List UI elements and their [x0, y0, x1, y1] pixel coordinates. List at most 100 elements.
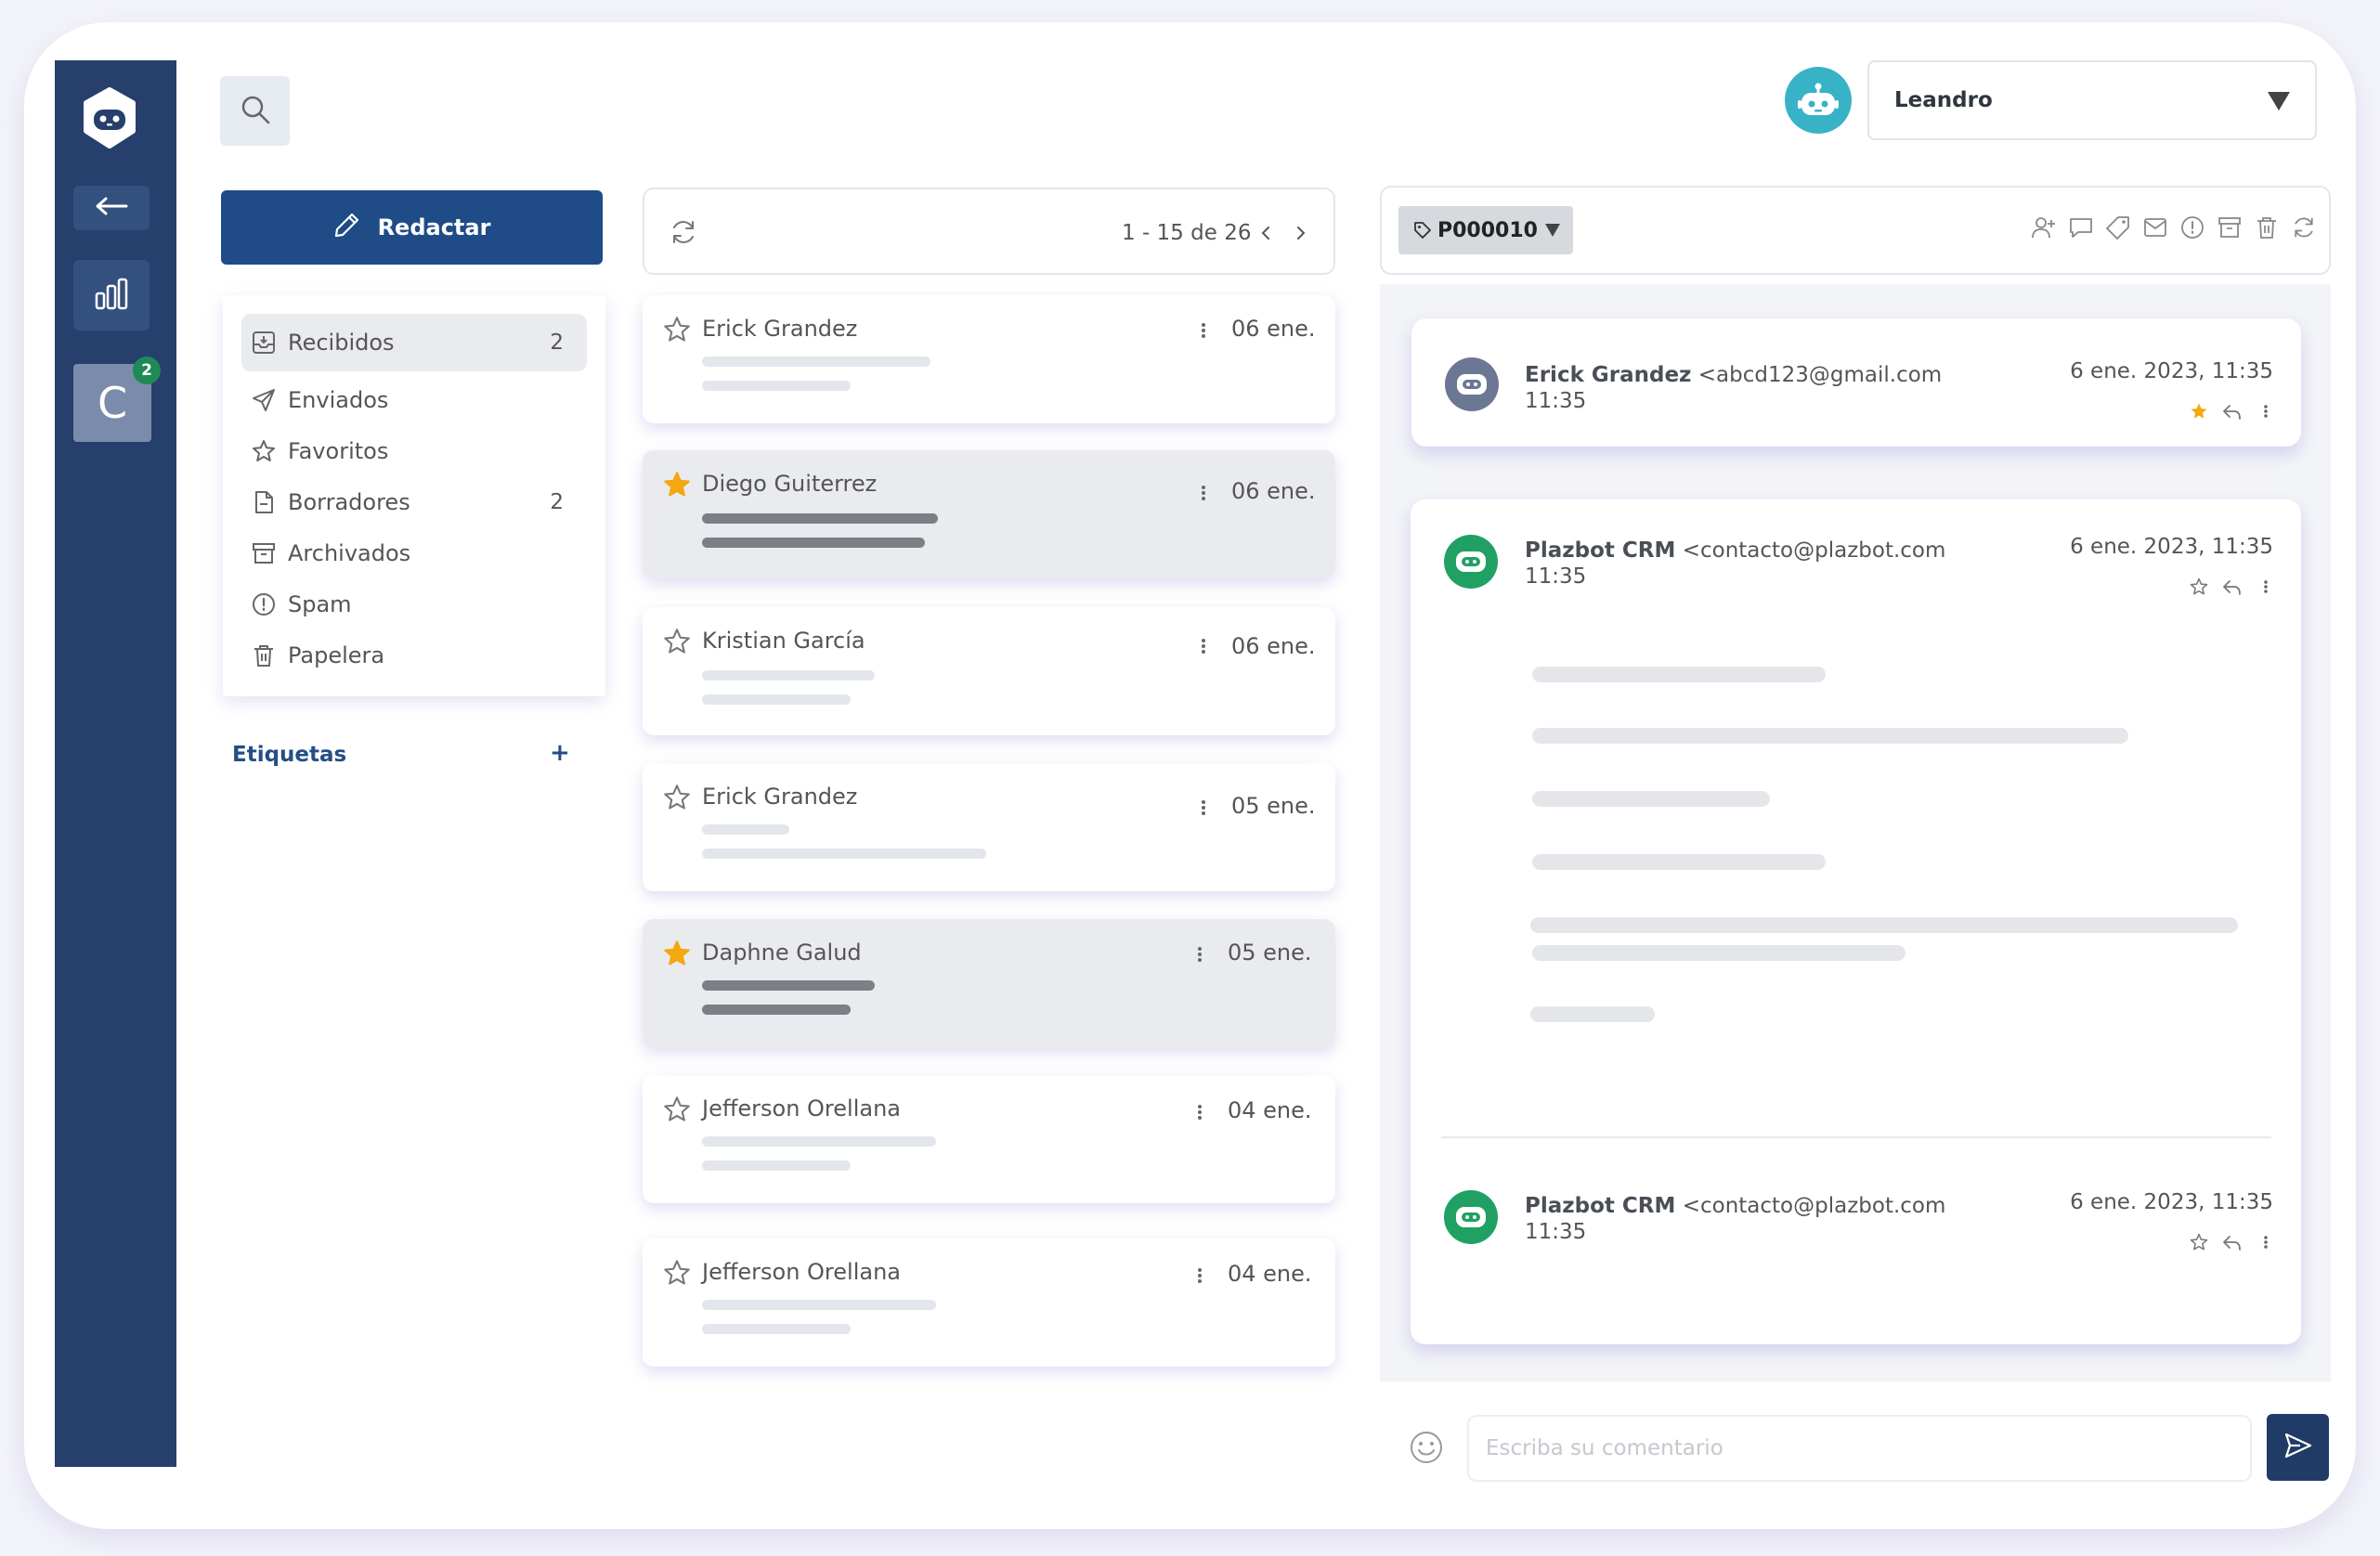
sender-email: <contacto@plazbot.com	[1682, 1194, 1946, 1218]
star-icon[interactable]	[2188, 1231, 2210, 1253]
body-placeholder	[1530, 917, 2238, 933]
list-toolbar: 1 - 15 de 26	[643, 188, 1335, 275]
reply-icon[interactable]	[2221, 1231, 2243, 1253]
archive-icon	[251, 540, 277, 566]
user-name: Leandro	[1894, 88, 1993, 112]
bot-logo-icon[interactable]	[75, 84, 144, 153]
search-button[interactable]	[220, 76, 290, 146]
more-icon[interactable]	[1200, 482, 1207, 504]
mail-item[interactable]: Daphne Galud 05 ene.	[643, 919, 1335, 1047]
comment-input[interactable]	[1467, 1415, 2252, 1482]
reply-icon[interactable]	[2221, 576, 2243, 598]
alert-icon	[251, 591, 277, 617]
star-icon[interactable]	[663, 316, 691, 344]
preview-placeholder	[702, 538, 925, 548]
folder-borradores[interactable]: Borradores 2	[241, 473, 587, 531]
star-filled-icon[interactable]	[2188, 400, 2210, 422]
star-icon[interactable]	[663, 784, 691, 811]
preview-placeholder	[702, 670, 875, 681]
refresh-icon[interactable]	[2290, 214, 2318, 241]
folder-count: 2	[550, 331, 564, 355]
folder-count: 2	[550, 490, 564, 514]
stats-button[interactable]	[73, 260, 150, 331]
star-icon[interactable]	[663, 1259, 691, 1287]
compose-button[interactable]: Redactar	[221, 190, 603, 265]
more-icon[interactable]	[1200, 635, 1207, 657]
message-card[interactable]: Erick Grandez <abcd123@gmail.com 11:35 6…	[1411, 318, 2301, 447]
message-date: 6 ene. 2023, 11:35	[2070, 359, 2273, 383]
back-button[interactable]	[73, 186, 150, 230]
next-page-icon[interactable]	[1294, 223, 1307, 247]
folder-recibidos[interactable]: Recibidos 2	[241, 314, 587, 371]
channel-avatar[interactable]: C 2	[73, 357, 161, 442]
more-icon[interactable]	[1196, 1101, 1203, 1123]
preview-placeholder	[702, 1300, 936, 1310]
message-time: 11:35	[1525, 564, 1587, 589]
detail-toolbar: P000010	[1380, 186, 2331, 275]
tag-icon[interactable]	[2104, 214, 2132, 241]
message-from: Erick Grandez <abcd123@gmail.com	[1525, 363, 1942, 387]
bar-chart-icon	[94, 277, 129, 314]
more-icon[interactable]	[2255, 1231, 2277, 1253]
body-placeholder	[1532, 945, 1905, 961]
channel-badge: 2	[133, 357, 161, 384]
search-icon	[240, 94, 271, 129]
send-button[interactable]	[2267, 1414, 2329, 1481]
labels-title: Etiquetas	[232, 743, 347, 767]
draft-icon	[251, 489, 277, 515]
preview-placeholder	[702, 381, 851, 391]
message-actions	[2188, 400, 2277, 422]
star-icon[interactable]	[663, 628, 691, 655]
refresh-icon[interactable]	[669, 217, 698, 251]
body-placeholder	[1530, 1006, 1655, 1022]
ticket-tag-select[interactable]: P000010	[1398, 206, 1573, 254]
trash-icon[interactable]	[2253, 214, 2281, 241]
add-label-button[interactable]: +	[550, 739, 570, 767]
star-filled-icon[interactable]	[663, 940, 691, 967]
mail-icon[interactable]	[2141, 214, 2169, 241]
archive-icon[interactable]	[2216, 214, 2243, 241]
folder-label: Spam	[288, 591, 352, 617]
prev-page-icon[interactable]	[1259, 223, 1272, 247]
tag-icon	[1413, 221, 1432, 240]
more-icon[interactable]	[1200, 797, 1207, 819]
more-icon[interactable]	[2255, 400, 2277, 422]
more-icon[interactable]	[1196, 1264, 1203, 1287]
mail-date: 05 ene.	[1228, 940, 1312, 966]
more-icon[interactable]	[2255, 576, 2277, 598]
more-icon[interactable]	[1196, 943, 1203, 966]
star-filled-icon[interactable]	[663, 471, 691, 499]
folder-label: Borradores	[288, 489, 410, 515]
mail-item[interactable]: Jefferson Orellana 04 ene.	[643, 1238, 1335, 1367]
message-from: Plazbot CRM <contacto@plazbot.com	[1525, 1194, 1945, 1218]
folder-favoritos[interactable]: Favoritos	[241, 422, 587, 480]
star-icon[interactable]	[663, 1096, 691, 1123]
mail-item[interactable]: Diego Guiterrez 06 ene.	[643, 450, 1335, 578]
preview-placeholder	[702, 1161, 851, 1171]
mail-sender: Kristian García	[702, 628, 865, 654]
sender-name: Erick Grandez	[1525, 363, 1692, 387]
more-icon[interactable]	[1200, 319, 1207, 342]
alert-icon[interactable]	[2178, 214, 2206, 241]
mail-item[interactable]: Jefferson Orellana 04 ene.	[643, 1075, 1335, 1203]
preview-placeholder	[702, 1136, 936, 1147]
preview-placeholder	[702, 849, 986, 859]
reply-icon[interactable]	[2221, 400, 2243, 422]
folder-label: Favoritos	[288, 438, 389, 464]
mail-sender: Erick Grandez	[702, 784, 858, 810]
message-from: Plazbot CRM <contacto@plazbot.com	[1525, 538, 1945, 563]
mail-item[interactable]: Kristian García 06 ene.	[643, 607, 1335, 735]
folder-papelera[interactable]: Papelera	[241, 627, 587, 684]
folder-enviados[interactable]: Enviados	[241, 371, 587, 429]
folder-archivados[interactable]: Archivados	[241, 525, 587, 582]
assign-user-icon[interactable]	[2030, 214, 2058, 241]
mail-item[interactable]: Erick Grandez 05 ene.	[643, 763, 1335, 891]
smiley-icon[interactable]	[1409, 1430, 1444, 1465]
preview-placeholder	[702, 513, 938, 524]
mail-item[interactable]: Erick Grandez 06 ene.	[643, 295, 1335, 423]
folder-spam[interactable]: Spam	[241, 576, 587, 633]
comment-icon[interactable]	[2067, 214, 2095, 241]
detail-actions	[2030, 214, 2318, 241]
star-icon[interactable]	[2188, 576, 2210, 598]
user-select[interactable]: Leandro	[1867, 60, 2317, 140]
